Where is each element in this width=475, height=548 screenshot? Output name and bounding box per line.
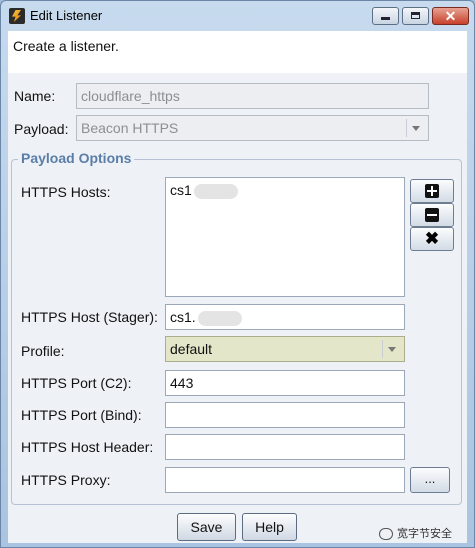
- app-icon: [9, 8, 25, 24]
- description-panel: Create a listener.: [8, 31, 467, 73]
- close-button[interactable]: ✕: [432, 7, 469, 25]
- profile-select[interactable]: default: [165, 336, 405, 362]
- minimize-icon: [381, 17, 390, 20]
- add-host-button[interactable]: [410, 179, 454, 203]
- payload-options-legend: Payload Options: [18, 150, 135, 166]
- window-title: Edit Listener: [30, 8, 103, 23]
- list-item[interactable]: cs1: [170, 182, 400, 199]
- maximize-icon: [411, 12, 420, 19]
- add-icon: [425, 184, 439, 198]
- https-hosts-label: HTTPS Hosts:: [21, 184, 111, 200]
- https-host-stager-input[interactable]: cs1.: [165, 304, 405, 330]
- save-button[interactable]: Save: [177, 513, 236, 541]
- help-button[interactable]: Help: [242, 513, 297, 541]
- https-hosts-list[interactable]: cs1: [165, 177, 405, 297]
- https-port-bind-label: HTTPS Port (Bind):: [21, 407, 142, 423]
- name-label: Name:: [14, 88, 56, 104]
- payload-selected-value: Beacon HTTPS: [81, 120, 179, 136]
- payload-label: Payload:: [14, 121, 69, 137]
- redacted-blur: [197, 310, 242, 326]
- https-host-header-label: HTTPS Host Header:: [21, 439, 154, 455]
- https-port-c2-input[interactable]: 443: [165, 370, 405, 396]
- host-stager-text: cs1.: [170, 309, 196, 325]
- wechat-icon: [379, 528, 393, 541]
- chevron-down-icon[interactable]: [382, 340, 401, 358]
- https-host-stager-label: HTTPS Host (Stager):: [21, 309, 158, 325]
- redacted-blur: [193, 183, 238, 199]
- https-proxy-input[interactable]: [165, 467, 405, 493]
- edit-listener-window: Edit Listener ✕ Create a listener. Name:…: [0, 0, 475, 548]
- minimize-button[interactable]: [372, 7, 399, 25]
- proxy-settings-button[interactable]: ...: [410, 467, 450, 493]
- remove-icon: [425, 208, 439, 222]
- https-proxy-label: HTTPS Proxy:: [21, 472, 111, 488]
- host-item-text: cs1: [170, 182, 192, 198]
- watermark-text: 宽字节安全: [397, 528, 452, 540]
- https-port-bind-input[interactable]: [165, 402, 405, 428]
- https-host-header-input[interactable]: [165, 434, 405, 460]
- profile-selected-value: default: [170, 341, 213, 357]
- https-port-c2-label: HTTPS Port (C2):: [21, 375, 132, 391]
- description-text: Create a listener.: [13, 38, 119, 54]
- clear-icon: ✖: [424, 229, 440, 248]
- watermark: 宽字节安全: [379, 525, 452, 541]
- chevron-down-icon[interactable]: [406, 119, 425, 137]
- close-icon: ✕: [444, 8, 457, 24]
- profile-label: Profile:: [21, 343, 65, 359]
- form-body: Name: cloudflare_https Payload: Beacon H…: [8, 73, 467, 543]
- maximize-button[interactable]: [402, 7, 429, 25]
- title-bar[interactable]: Edit Listener ✕: [1, 1, 474, 31]
- clear-hosts-button[interactable]: ✖: [410, 227, 454, 251]
- name-input[interactable]: cloudflare_https: [76, 83, 429, 109]
- payload-select[interactable]: Beacon HTTPS: [76, 115, 429, 141]
- remove-host-button[interactable]: [410, 203, 454, 227]
